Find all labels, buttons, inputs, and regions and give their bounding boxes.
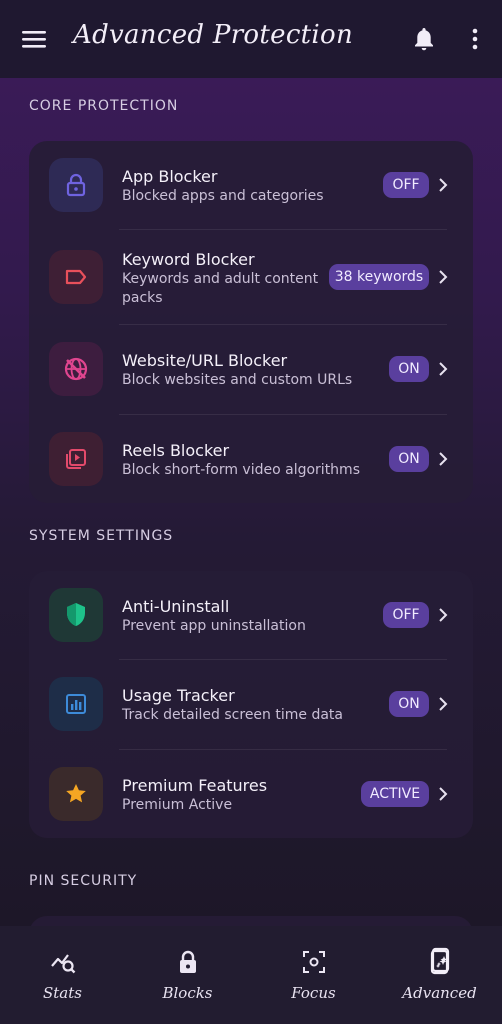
status-badge: OFF [383,172,429,198]
status-badge: ON [389,446,429,472]
page-title: Advanced Protection [73,20,354,50]
row-anti-uninstall[interactable]: Anti-Uninstall Prevent app uninstallatio… [29,571,473,660]
row-label: Website/URL Blocker [122,351,288,370]
chevron-right-icon [439,697,448,711]
row-label: Anti-Uninstall [122,597,230,616]
row-subtitle: Block short-form video algorithms [122,462,360,478]
row-keyword-blocker[interactable]: Keyword Blocker Keywords and adult conte… [29,230,473,325]
phone-sparkle-icon-active [431,947,450,973]
status-badge: ACTIVE [361,781,429,807]
more-vertical-icon[interactable] [466,27,484,51]
section-title-system: SYSTEM SETTINGS [29,528,174,544]
chevron-right-icon [439,452,448,466]
section-title-core: CORE PROTECTION [29,98,179,114]
chevron-right-icon [439,270,448,284]
row-usage-tracker[interactable]: Usage Tracker Track detailed screen time… [29,660,473,750]
nav-item-focus[interactable]: Focus [251,926,376,1024]
status-badge: OFF [383,602,429,628]
chevron-right-icon [439,362,448,376]
tag-icon [65,269,87,285]
no-web-icon [64,357,88,381]
row-label: Premium Features [122,776,268,795]
status-badge: ON [389,691,429,717]
video-library-icon [66,449,86,469]
premium-features-icon-box [49,767,103,821]
bar-chart-icon [66,694,86,714]
chevron-right-icon [439,608,448,622]
bottom-navigation: Stats Blocks Focus Advanced [0,926,502,1024]
row-label: Reels Blocker [122,441,230,460]
reels-blocker-icon-box [49,432,103,486]
nav-label: Advanced [402,984,477,1002]
section-title-pin: PIN SECURITY [29,873,138,889]
focus-icon [302,951,325,973]
nav-label: Stats [43,984,82,1002]
anti-uninstall-icon-box [49,588,103,642]
lock-icon [179,950,196,973]
star-icon [66,784,86,803]
chevron-right-icon [439,787,448,801]
nav-label: Blocks [162,984,213,1002]
core-protection-card: App Blocker Blocked apps and categories … [29,141,473,503]
row-premium-features[interactable]: Premium Features Premium Active ACTIVE [29,750,473,838]
stats-search-icon [50,954,75,974]
app-bar: Advanced Protection [0,0,502,78]
hamburger-menu-icon[interactable] [22,29,46,49]
row-subtitle: Blocked apps and categories [122,188,324,204]
pin-security-card [29,916,473,926]
website-blocker-icon-box [49,342,103,396]
nav-item-blocks[interactable]: Blocks [125,926,250,1024]
shield-icon [67,603,85,626]
nav-item-stats[interactable]: Stats [0,926,125,1024]
app-blocker-icon-box [49,158,103,212]
row-label: Usage Tracker [122,686,235,705]
row-subtitle: Track detailed screen time data [122,707,343,723]
row-website-blocker[interactable]: Website/URL Blocker Block websites and c… [29,325,473,415]
keyword-blocker-icon-box [49,250,103,304]
nav-item-advanced[interactable]: Advanced [377,926,502,1024]
row-app-blocker[interactable]: App Blocker Blocked apps and categories … [29,141,473,230]
row-reels-blocker[interactable]: Reels Blocker Block short-form video alg… [29,415,473,503]
content-area[interactable]: CORE PROTECTION App Blocker Blocked apps… [0,78,502,926]
keyword-count-badge: 38 keywords [329,264,429,290]
status-badge: ON [389,356,429,382]
row-label: Keyword Blocker [122,250,255,269]
row-subtitle-line1: Keywords and adult content [122,271,319,287]
row-subtitle: Premium Active [122,797,233,813]
row-label: App Blocker [122,167,218,186]
row-subtitle: Block websites and custom URLs [122,372,353,388]
lock-icon [66,173,86,197]
usage-tracker-icon-box [49,677,103,731]
row-subtitle: Prevent app uninstallation [122,618,306,634]
row-subtitle-line2: packs [122,290,163,306]
bell-icon[interactable] [412,26,436,52]
chevron-right-icon [439,178,448,192]
system-settings-card: Anti-Uninstall Prevent app uninstallatio… [29,571,473,838]
nav-label: Focus [291,984,336,1002]
